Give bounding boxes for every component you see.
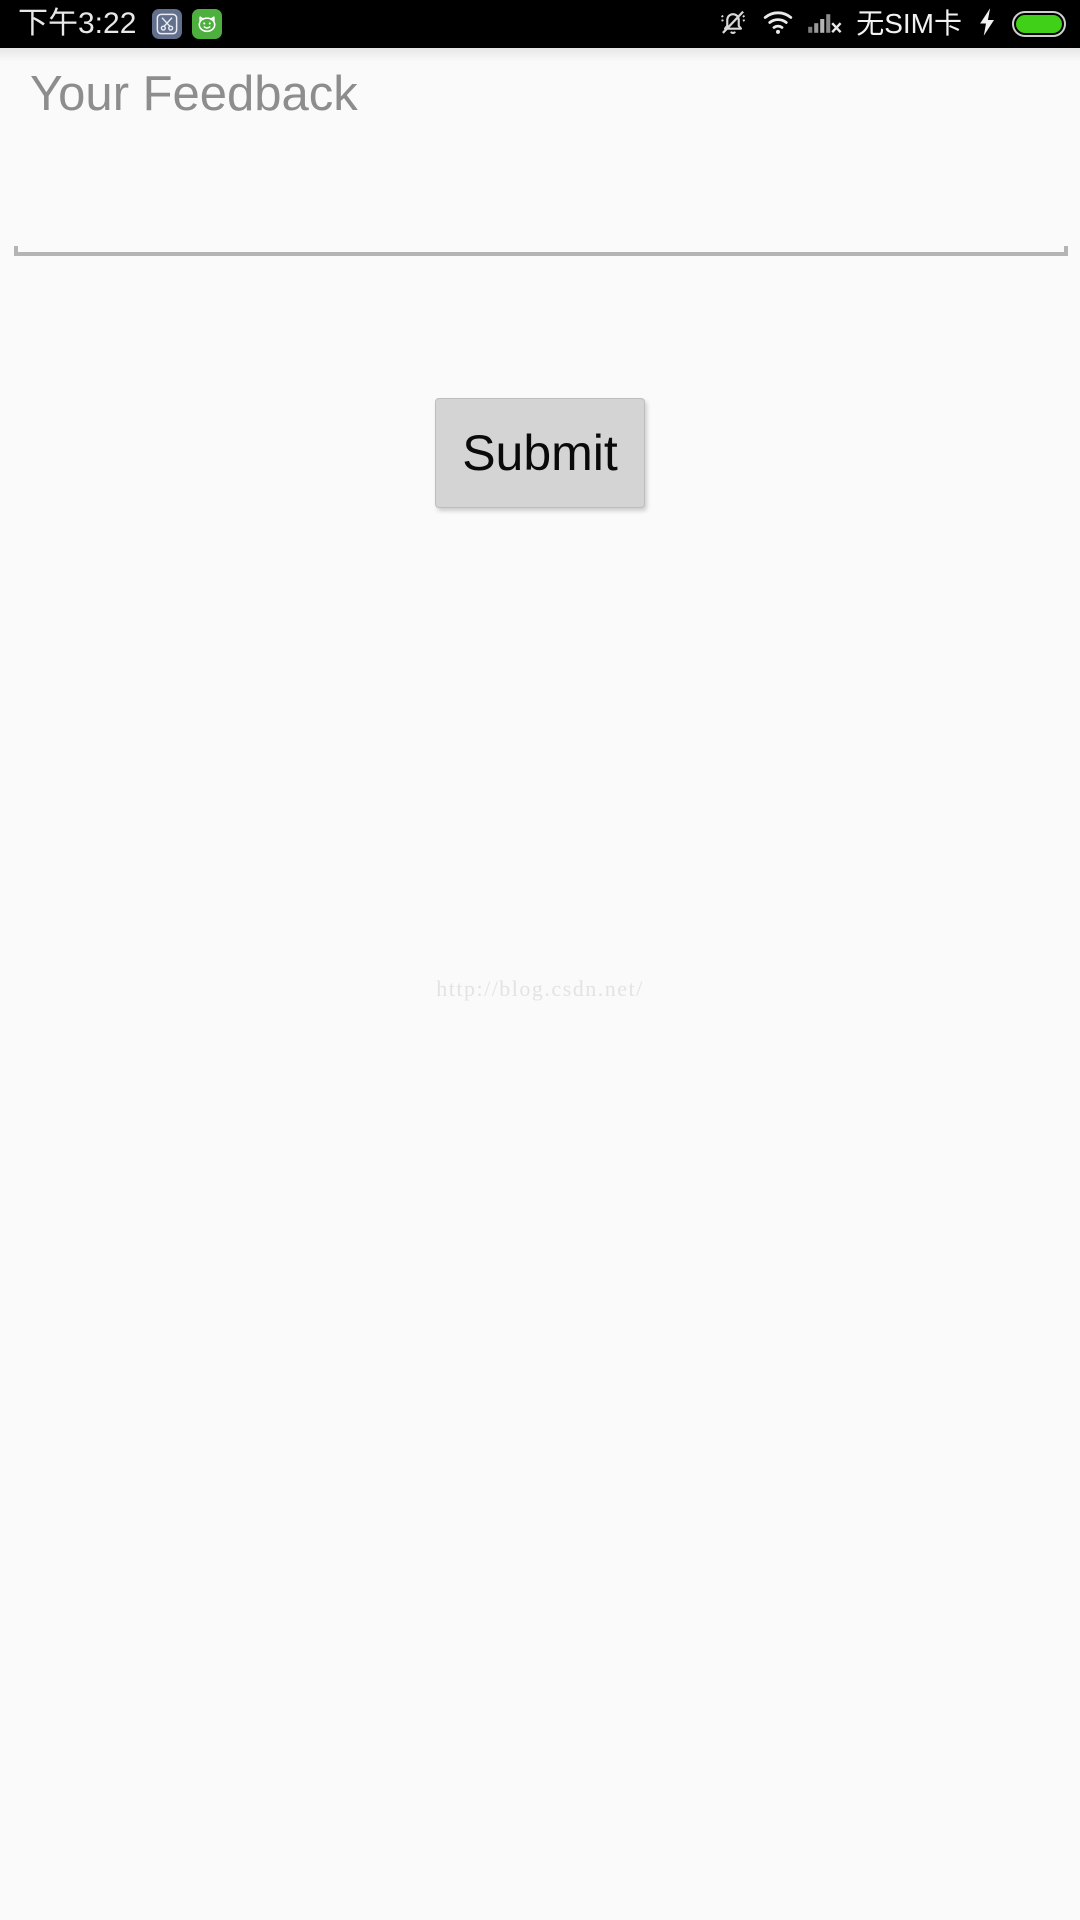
cat-face-icon	[192, 9, 223, 39]
wifi-icon	[762, 6, 794, 43]
scissors-screenshot-icon	[152, 9, 183, 39]
status-clock: 下午3:22	[18, 7, 137, 40]
status-indicator-group: 无SIM卡	[717, 0, 1066, 48]
signal-no-service-icon	[807, 7, 843, 42]
feedback-input-placeholder: Your Feedback	[30, 67, 358, 121]
bell-muted-icon	[717, 6, 749, 43]
submit-button[interactable]: Submit	[435, 398, 645, 508]
sim-status-text: 无SIM卡	[856, 8, 962, 39]
status-bar[interactable]: 下午3:22 无SIM卡	[0, 0, 1080, 48]
battery-fill	[1016, 15, 1062, 33]
feedback-input-underline	[14, 246, 1068, 256]
watermark-text: http://blog.csdn.net/	[436, 976, 644, 1001]
charging-bolt-icon	[975, 7, 999, 42]
feedback-input[interactable]: Your Feedback	[14, 48, 1068, 256]
submit-button-row: Submit	[0, 398, 1080, 508]
battery-full-icon	[1012, 11, 1066, 37]
app-content: Your Feedback Submit http://blog.csdn.ne…	[0, 48, 1080, 1920]
notification-icon-group	[152, 9, 223, 39]
